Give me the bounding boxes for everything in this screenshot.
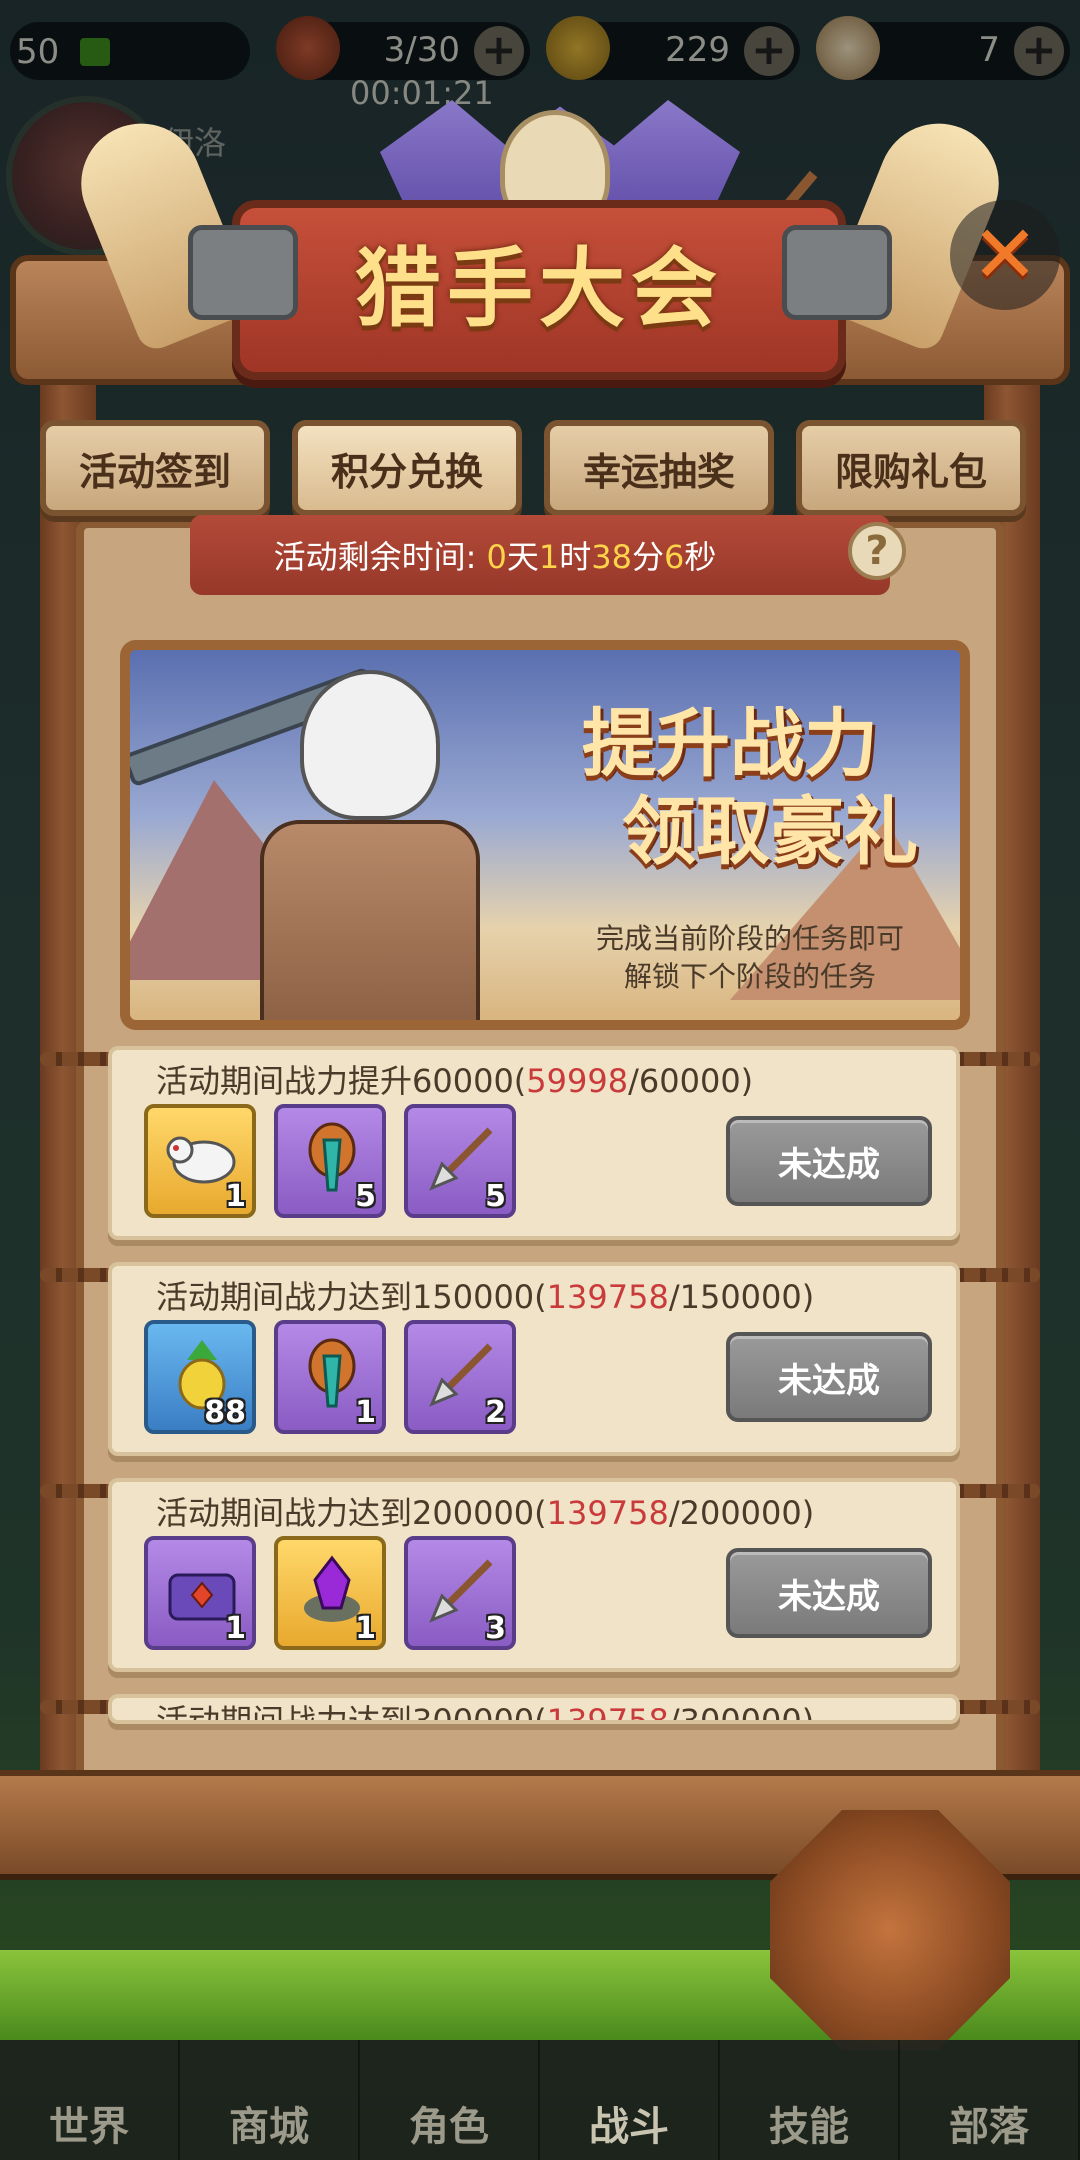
hunter-body: [260, 820, 480, 1020]
reward-count: 5: [355, 1179, 376, 1214]
task-progress-current: 139758: [546, 1494, 669, 1532]
banner-subtext-line2: 解锁下个阶段的任务: [623, 960, 876, 993]
task-suffix: /300000): [668, 1702, 815, 1724]
reward-count: 1: [225, 1179, 246, 1214]
close-icon: ✕: [971, 208, 1039, 301]
event-title: 猎手大会: [355, 239, 723, 339]
countdown-hours: 1: [538, 538, 560, 576]
task-card: 活动期间战力达到200000(139758/200000) 1 1 3 未达成: [108, 1478, 960, 1672]
reward-item[interactable]: 1: [144, 1104, 256, 1218]
reward-count: 1: [225, 1611, 246, 1646]
reward-item[interactable]: 5: [274, 1104, 386, 1218]
task-suffix: /200000): [668, 1494, 815, 1532]
countdown-label: 活动剩余时间:: [273, 538, 487, 576]
tab-limited-pack[interactable]: 限购礼包: [796, 420, 1026, 516]
reward-item[interactable]: 2: [404, 1320, 516, 1434]
help-button[interactable]: ?: [848, 522, 906, 580]
task-card: 活动期间战力达到150000(139758/150000) 88 1 2 未达成: [108, 1262, 960, 1456]
reward-count: 1: [355, 1611, 376, 1646]
bottom-nav: 世界 商城 角色 战斗 技能 部落: [0, 2040, 1080, 2160]
hunter-character: [130, 666, 510, 1020]
reward-count: 88: [204, 1395, 246, 1430]
task-title: 活动期间战力达到150000(139758/150000): [156, 1272, 814, 1318]
task-title: 活动期间战力达到200000(139758/200000): [156, 1488, 814, 1534]
reward-count: 3: [485, 1611, 506, 1646]
banner-headline-line2: 领取豪礼: [622, 789, 918, 875]
countdown-seconds: 6: [664, 538, 685, 576]
banner-headline-line1: 提升战力: [582, 701, 878, 787]
task-title: 活动期间战力达到300000(139758/300000): [156, 1698, 815, 1724]
event-banner: 提升战力 领取豪礼 完成当前阶段的任务即可 解锁下个阶段的任务: [120, 640, 970, 1030]
nav-character[interactable]: 角色: [360, 2040, 540, 2160]
task-prefix: 活动期间战力达到150000(: [156, 1278, 547, 1316]
tab-points-exchange[interactable]: 积分兑换: [292, 420, 522, 516]
reward-item[interactable]: 5: [404, 1104, 516, 1218]
nav-skill[interactable]: 技能: [720, 2040, 900, 2160]
nav-world[interactable]: 世界: [0, 2040, 180, 2160]
task-prefix: 活动期间战力提升60000(: [156, 1062, 527, 1100]
task-progress-current: 59998: [526, 1062, 629, 1100]
task-prefix: 活动期间战力达到300000(: [156, 1702, 547, 1724]
reward-count: 1: [355, 1395, 376, 1430]
wolf-hood-icon: [300, 670, 440, 820]
nav-tribe[interactable]: 部落: [900, 2040, 1080, 2160]
nav-battle[interactable]: 战斗: [540, 2040, 720, 2160]
task-card: 活动期间战力达到300000(139758/300000): [108, 1694, 960, 1724]
tab-lucky-draw[interactable]: 幸运抽奖: [544, 420, 774, 516]
close-button[interactable]: ✕: [950, 200, 1060, 310]
nav-shop[interactable]: 商城: [180, 2040, 360, 2160]
claim-status-button[interactable]: 未达成: [726, 1548, 932, 1638]
task-title: 活动期间战力提升60000(59998/60000): [156, 1056, 753, 1102]
countdown-minutes: 38: [591, 538, 633, 576]
claim-status-button[interactable]: 未达成: [726, 1116, 932, 1206]
banner-headline: 提升战力 领取豪礼: [490, 700, 960, 876]
reward-item[interactable]: 88: [144, 1320, 256, 1434]
reward-item[interactable]: 1: [274, 1320, 386, 1434]
task-suffix: /60000): [628, 1062, 754, 1100]
banner-subtext-line1: 完成当前阶段的任务即可: [595, 922, 904, 955]
reward-item[interactable]: 1: [144, 1536, 256, 1650]
task-card: 活动期间战力提升60000(59998/60000) 1 5 5 未达成: [108, 1046, 960, 1240]
event-countdown: 活动剩余时间: 0天1时38分6秒: [190, 532, 800, 578]
reward-count: 2: [485, 1395, 506, 1430]
countdown-seconds-unit: 秒: [684, 538, 717, 576]
countdown-days-unit: 天: [506, 538, 539, 576]
claim-status-button[interactable]: 未达成: [726, 1332, 932, 1422]
countdown-minutes-unit: 分: [632, 538, 665, 576]
reward-item[interactable]: 1: [274, 1536, 386, 1650]
task-suffix: /150000): [668, 1278, 815, 1316]
task-progress-current: 139758: [546, 1278, 669, 1316]
countdown-days: 0: [486, 538, 507, 576]
reward-count: 5: [485, 1179, 506, 1214]
task-prefix: 活动期间战力达到200000(: [156, 1494, 547, 1532]
tab-sign-in[interactable]: 活动签到: [40, 420, 270, 516]
round-shield-icon: [770, 1810, 1010, 2050]
task-progress-current: 139758: [546, 1702, 669, 1724]
reward-item[interactable]: 3: [404, 1536, 516, 1650]
countdown-hours-unit: 时: [559, 538, 592, 576]
banner-subtext: 完成当前阶段的任务即可 解锁下个阶段的任务: [550, 920, 950, 996]
